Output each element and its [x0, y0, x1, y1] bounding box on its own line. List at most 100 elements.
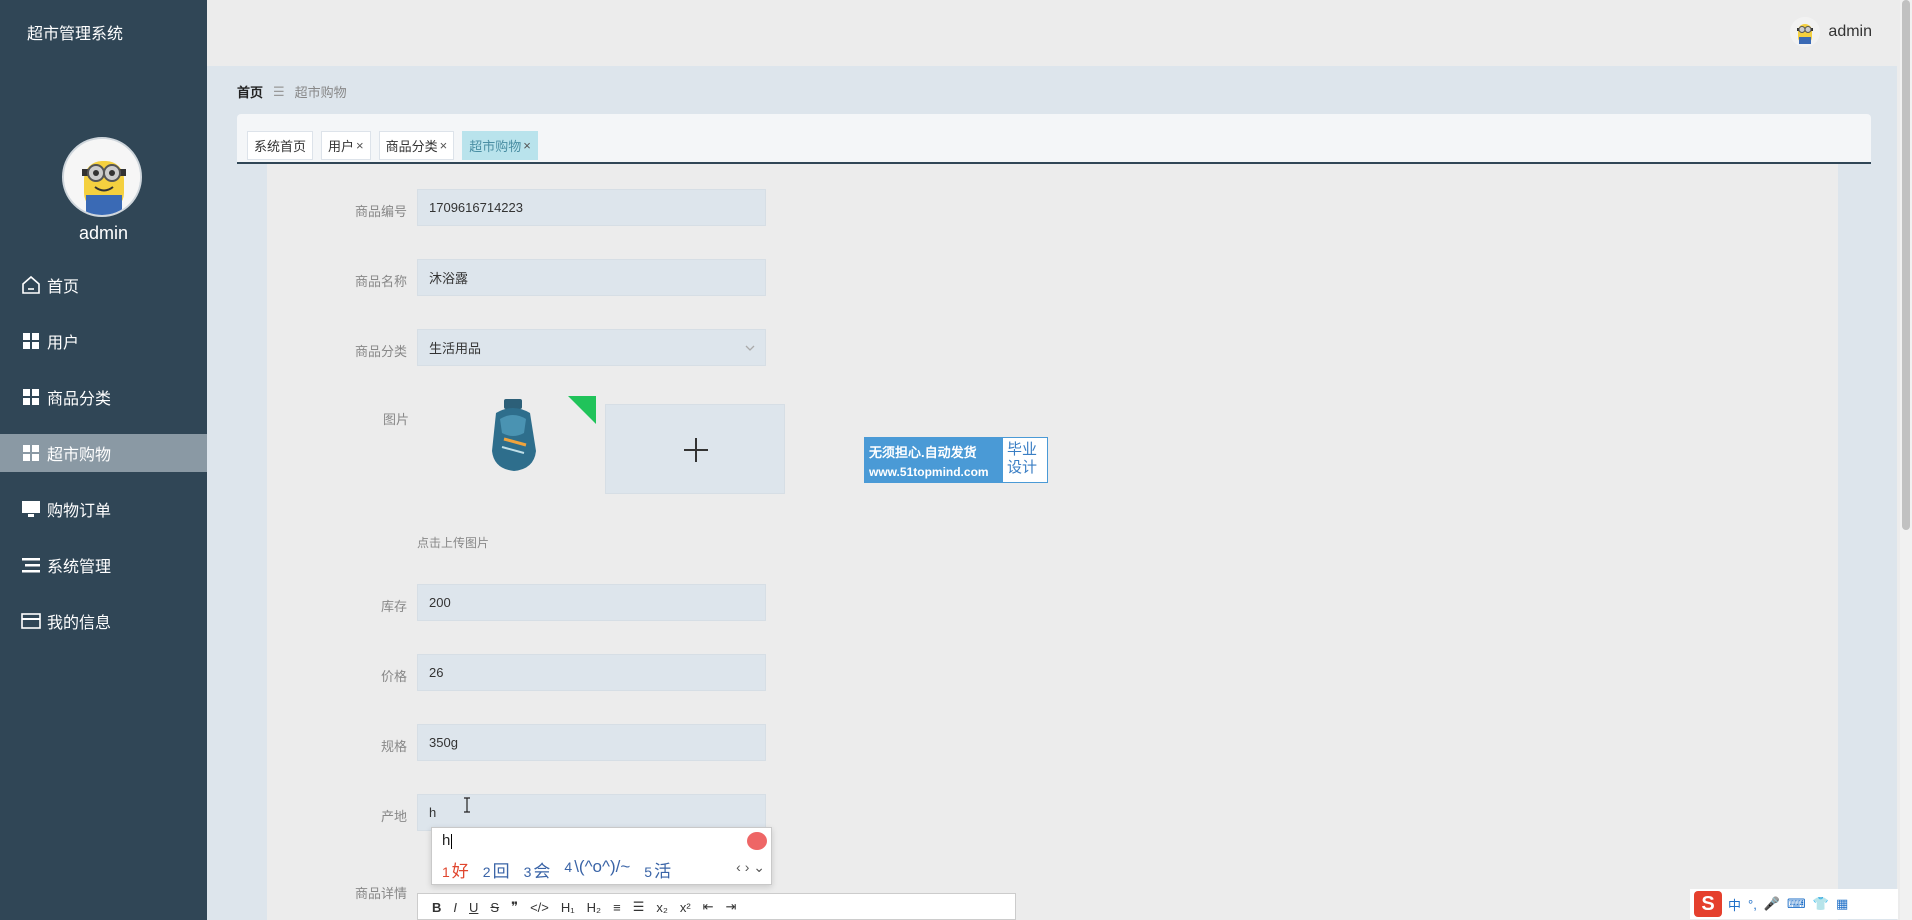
ime-logo-icon [747, 832, 767, 850]
h2-button[interactable]: H₂ [587, 900, 601, 915]
superscript-button[interactable]: x² [680, 900, 691, 915]
detail-editor-toolbar: B I U S ❞ </> H₁ H₂ ≡ ☰ x₂ x² ⇤ ⇥ [417, 893, 1016, 920]
sidebar-item-profile[interactable]: 我的信息 [0, 602, 207, 640]
code-button[interactable]: </> [530, 900, 549, 915]
sidebar-item-home[interactable]: 首页 [0, 266, 207, 304]
outdent-button[interactable]: ⇤ [703, 899, 714, 915]
category-select[interactable]: 生活用品 [417, 329, 766, 366]
keyboard-icon[interactable]: ⌨ [1787, 896, 1806, 912]
breadcrumb-separator-icon: ☰ [273, 83, 285, 99]
indent-button[interactable]: ⇥ [726, 899, 737, 915]
sidebar-item-label: 超市购物 [47, 447, 112, 464]
avatar [62, 137, 142, 217]
grid-icon [20, 386, 42, 408]
card-icon [20, 610, 42, 632]
subscript-button[interactable]: x₂ [656, 900, 668, 915]
sidebar-item-label: 商品分类 [47, 391, 112, 408]
bold-button[interactable]: B [432, 900, 441, 915]
ime-candidate[interactable]: 4 \(^o^)/~ [564, 857, 630, 882]
sidebar: 超市管理系统 admin 首页 用户 商品分类 超市购物 购物订单 系统管理 我… [0, 0, 207, 920]
breadcrumb-home[interactable]: 首页 [237, 82, 263, 101]
sidebar-item-label: 购物订单 [47, 503, 112, 520]
ime-composition: h [442, 832, 451, 849]
product-image[interactable] [474, 393, 554, 473]
category-label: 商品分类 [354, 344, 407, 359]
tab-users[interactable]: 用户 × [321, 131, 371, 160]
code-field[interactable]: 1709616714223 [417, 189, 766, 226]
origin-label: 产地 [380, 809, 407, 824]
image-upload-button[interactable] [605, 404, 785, 494]
toolbox-icon[interactable]: ▦ [1836, 896, 1848, 912]
quote-button[interactable]: ❞ [511, 899, 518, 915]
chevron-down-icon [745, 341, 755, 351]
promo-line2: www.51topmind.com [869, 465, 989, 479]
breadcrumb: 首页 ☰ 超市购物 [237, 82, 347, 101]
sidebar-item-orders[interactable]: 购物订单 [0, 490, 207, 528]
sidebar-item-users[interactable]: 用户 [0, 322, 207, 360]
sidebar-item-system[interactable]: 系统管理 [0, 546, 207, 584]
home-icon [20, 274, 42, 296]
ime-candidate[interactable]: 5活 [644, 857, 671, 882]
app-title: 超市管理系统 [27, 26, 124, 43]
underline-button[interactable]: U [469, 900, 478, 915]
close-icon[interactable]: × [356, 138, 364, 153]
ime-candidate[interactable]: 2回 [483, 857, 510, 882]
grid-icon [20, 330, 42, 352]
page-scrollbar[interactable] [1900, 0, 1912, 920]
detail-label: 商品详情 [354, 886, 407, 901]
italic-button[interactable]: I [453, 900, 457, 915]
stock-field[interactable]: 200 [417, 584, 766, 621]
ime-candidate-popup: h 1好 2回 3会 4 \(^o^)/~ 5活 ‹ › ⌄ [431, 827, 772, 885]
main-content: 首页 ☰ 超市购物 系统首页 用户 × 商品分类 × 超市购物 × 商品编号 1… [207, 66, 1897, 920]
ime-candidate[interactable]: 3会 [524, 857, 551, 882]
promo-right2: 设计 [1007, 459, 1038, 476]
tab-categories[interactable]: 商品分类 × [378, 131, 455, 160]
sidebar-item-label: 首页 [47, 279, 80, 296]
upload-hint: 点击上传图片 [417, 536, 490, 550]
name-field[interactable]: 沐浴露 [417, 259, 766, 296]
text-cursor-icon [462, 797, 472, 813]
tab-bar: 系统首页 用户 × 商品分类 × 超市购物 × [237, 114, 1871, 164]
image-status-corner [568, 396, 596, 424]
ime-mode-toggle[interactable]: 中 [1728, 895, 1741, 914]
monitor-icon [20, 498, 42, 520]
mic-icon[interactable]: 🎤 [1764, 896, 1780, 912]
strike-button[interactable]: S [490, 900, 499, 915]
sidebar-item-categories[interactable]: 商品分类 [0, 378, 207, 416]
name-label: 商品名称 [354, 274, 407, 289]
sidebar-item-label: 系统管理 [47, 559, 112, 576]
user-menu[interactable]: admin [1790, 17, 1872, 47]
scrollbar-thumb[interactable] [1902, 0, 1910, 530]
code-label: 商品编号 [354, 204, 407, 219]
ordered-list-button[interactable]: ≡ [613, 900, 621, 915]
tab-label: 商品分类 [385, 139, 438, 154]
tab-system-home[interactable]: 系统首页 [247, 131, 314, 160]
punctuation-toggle[interactable]: °, [1748, 897, 1757, 912]
bullet-list-button[interactable]: ☰ [633, 899, 645, 915]
tab-label: 超市购物 [469, 139, 522, 154]
top-header: admin [207, 0, 1912, 66]
breadcrumb-current: 超市购物 [294, 85, 347, 100]
ime-status-bar[interactable]: S 中 °, 🎤 ⌨ 👕 ▦ [1690, 889, 1898, 919]
close-icon[interactable]: × [523, 138, 531, 153]
tab-label: 用户 [328, 139, 355, 154]
avatar [1790, 17, 1821, 47]
spec-label: 规格 [380, 739, 407, 754]
h1-button[interactable]: H₁ [561, 900, 575, 915]
tab-label: 系统首页 [254, 139, 307, 154]
promo-badge: 无须担心.自动发货 www.51topmind.com 毕业 设计 [864, 437, 1048, 483]
sidebar-item-label: 我的信息 [47, 615, 112, 632]
product-form: 商品编号 1709616714223 商品名称 沐浴露 商品分类 生活用品 图片 [267, 164, 1838, 920]
sidebar-username: admin [78, 223, 129, 243]
price-field[interactable]: 26 [417, 654, 766, 691]
skin-icon[interactable]: 👕 [1813, 896, 1829, 912]
sidebar-item-shopping[interactable]: 超市购物 [0, 434, 207, 472]
tab-shopping[interactable]: 超市购物 × [462, 131, 538, 160]
list-icon [20, 554, 42, 576]
image-label: 图片 [382, 412, 409, 427]
spec-field[interactable]: 350g [417, 724, 766, 761]
ime-page-nav[interactable]: ‹ › ⌄ [736, 859, 765, 876]
close-icon[interactable]: × [440, 138, 448, 153]
promo-line1: 无须担心.自动发货 [869, 445, 977, 460]
ime-candidate[interactable]: 1好 [442, 857, 469, 882]
